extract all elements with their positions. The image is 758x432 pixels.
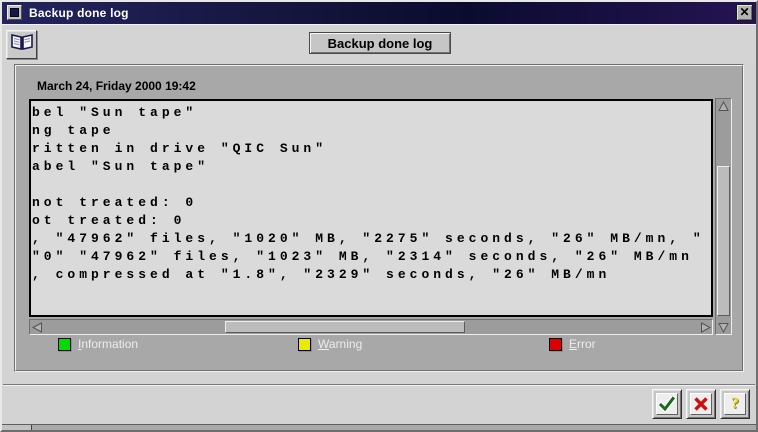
- legend-error-label: Error: [569, 337, 596, 351]
- help-button[interactable]: ?: [720, 389, 750, 419]
- scroll-down-icon[interactable]: [716, 320, 731, 334]
- information-swatch-icon: [58, 338, 71, 351]
- log-line: bel "Sun tape": [32, 105, 711, 123]
- log-book-button[interactable]: [6, 30, 37, 59]
- log-panel: March 24, Friday 2000 19:42 bel "Sun tap…: [14, 64, 744, 372]
- window-menu-glyph: [10, 8, 19, 17]
- red-cross-icon: [690, 393, 712, 415]
- legend-warning-label: Warning: [318, 337, 362, 351]
- cancel-button[interactable]: [686, 389, 716, 419]
- log-line: , "47962" files, "1020" MB, "2275" secon…: [32, 231, 711, 249]
- legend-warning: Warning: [298, 336, 362, 352]
- legend-information-label: Information: [78, 337, 138, 351]
- question-icon: ?: [724, 393, 746, 415]
- error-swatch-icon: [549, 338, 562, 351]
- backup-done-log-button[interactable]: Backup done log: [309, 32, 451, 54]
- legend-error: Error: [549, 336, 596, 352]
- backup-done-log-window: Backup done log ✕ Backup done log: [0, 0, 758, 432]
- titlebar[interactable]: Backup done log ✕: [2, 2, 756, 24]
- legend-information: Information: [58, 336, 138, 352]
- status-cell: [2, 425, 32, 431]
- horizontal-scrollbar[interactable]: [29, 319, 713, 335]
- open-book-icon: [10, 32, 34, 57]
- status-strip: [2, 424, 756, 430]
- window-title: Backup done log: [29, 6, 129, 20]
- window-menu-icon[interactable]: [7, 5, 22, 20]
- close-icon[interactable]: ✕: [736, 4, 753, 21]
- log-line: not treated: 0: [32, 195, 711, 213]
- log-line: , compressed at "1.8", "2329" seconds, "…: [32, 267, 711, 285]
- log-line: [32, 177, 711, 195]
- vertical-scroll-thumb[interactable]: [717, 166, 730, 316]
- scroll-left-icon[interactable]: [30, 320, 44, 334]
- log-text-area[interactable]: bel "Sun tape" ng tape ritten in drive "…: [29, 99, 713, 317]
- scroll-up-icon[interactable]: [716, 99, 731, 113]
- horizontal-scroll-thumb[interactable]: [225, 321, 465, 333]
- bottom-divider: [3, 384, 755, 386]
- ok-button[interactable]: [652, 389, 682, 419]
- log-line: abel "Sun tape": [32, 159, 711, 177]
- green-check-icon: [656, 393, 678, 415]
- scroll-right-icon[interactable]: [698, 320, 712, 334]
- log-timestamp: March 24, Friday 2000 19:42: [37, 79, 196, 93]
- vertical-scrollbar[interactable]: [715, 98, 732, 335]
- toolbar: Backup done log: [2, 24, 756, 62]
- log-line: ng tape: [32, 123, 711, 141]
- log-line: "0" "47962" files, "1023" MB, "2314" sec…: [32, 249, 711, 267]
- log-panel-inner: March 24, Friday 2000 19:42 bel "Sun tap…: [15, 65, 743, 371]
- log-line: ritten in drive "QIC Sun": [32, 141, 711, 159]
- log-line: ot treated: 0: [32, 213, 711, 231]
- warning-swatch-icon: [298, 338, 311, 351]
